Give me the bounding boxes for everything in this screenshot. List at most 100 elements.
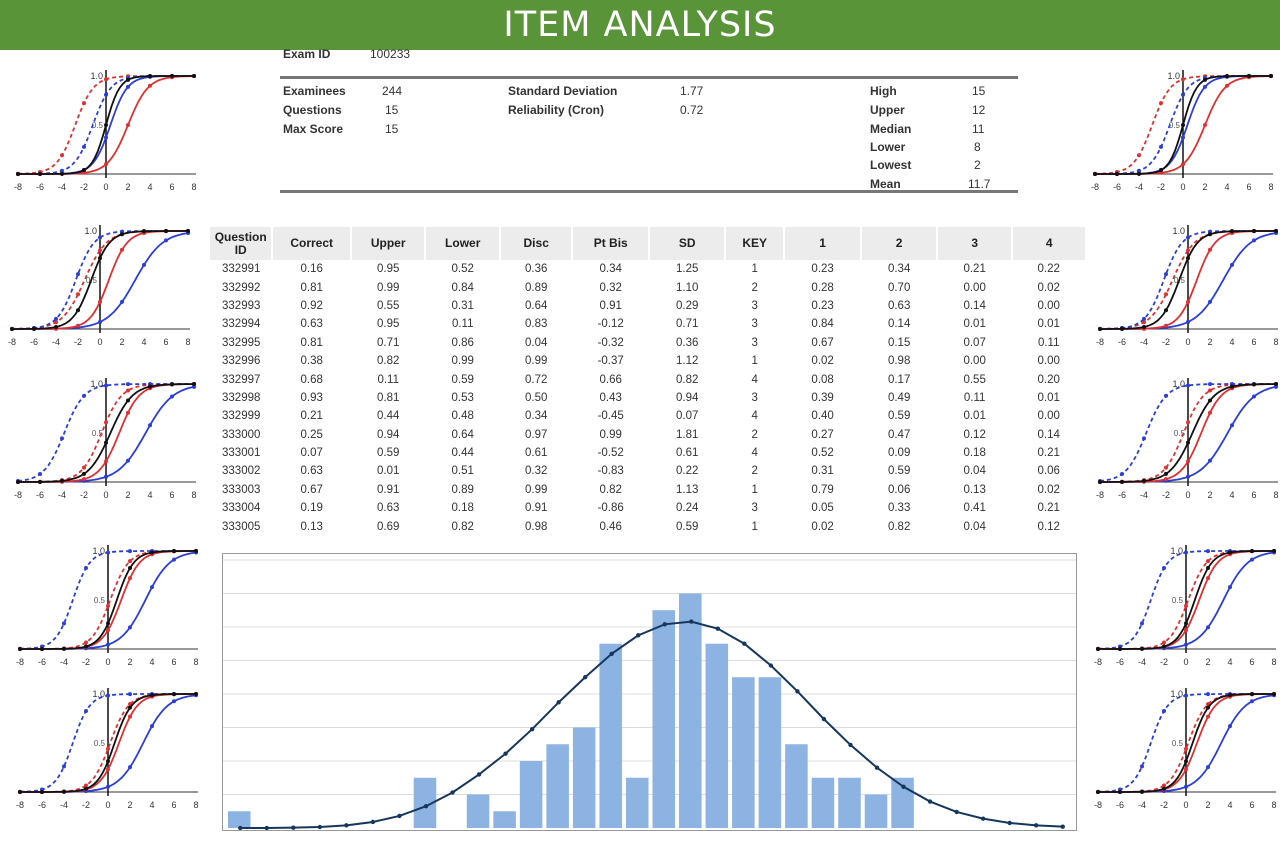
x-tick-label: 8 bbox=[193, 800, 198, 810]
table-cell: 0.13 bbox=[963, 483, 986, 496]
normal-curve-point bbox=[715, 626, 721, 631]
normal-curve-point bbox=[1060, 824, 1065, 829]
black-curve-marker bbox=[1098, 479, 1102, 484]
table-cell: 333003 bbox=[222, 483, 261, 496]
black-curve-marker bbox=[1272, 549, 1276, 554]
score-distribution-chart bbox=[222, 553, 1077, 831]
blue-dashed-curve-marker bbox=[1208, 382, 1212, 387]
table-cell: 332999 bbox=[222, 410, 261, 423]
table-cell: 0.06 bbox=[887, 483, 911, 496]
table-cell: 0.91 bbox=[599, 299, 622, 312]
questions-value: 15 bbox=[385, 103, 399, 117]
blue-dashed-curve-marker bbox=[106, 550, 110, 555]
table-cell: 0.84 bbox=[451, 281, 474, 294]
table-cell: 0.01 bbox=[1037, 391, 1060, 404]
x-tick-label: -6 bbox=[36, 490, 44, 500]
x-tick-label: 4 bbox=[1229, 337, 1234, 347]
blue-curve-marker bbox=[1206, 625, 1210, 630]
x-tick-label: -2 bbox=[1162, 337, 1170, 347]
x-tick-label: 4 bbox=[1227, 800, 1232, 810]
blue-dashed-curve-marker bbox=[60, 436, 64, 441]
table-cell: 0.89 bbox=[525, 281, 548, 294]
red-curve-marker bbox=[1164, 323, 1168, 328]
red-dashed-curve-marker bbox=[106, 603, 110, 608]
red-curve-marker bbox=[128, 714, 132, 719]
black-curve-marker bbox=[1098, 326, 1102, 331]
table-cell: 0.99 bbox=[451, 355, 474, 368]
table-cell: 0.91 bbox=[525, 502, 548, 515]
table-cell: 0.32 bbox=[599, 281, 622, 294]
table-cell: 0.63 bbox=[887, 299, 911, 312]
table-row: 333002 0.63 0.01 0.51 0.32 -0.83 0.22 2 0.31 0.59… bbox=[210, 462, 1085, 480]
icc-panel-right-1: -8 -6 -4 -2 0 2 4 6 8 1.0 0.5 bbox=[1085, 60, 1280, 198]
blue-dashed-curve-marker bbox=[1164, 272, 1168, 277]
black-curve-marker bbox=[1120, 326, 1124, 331]
table-cell: 0.50 bbox=[525, 391, 548, 404]
black-curve-marker bbox=[128, 566, 132, 571]
table-cell: 0.70 bbox=[887, 281, 911, 294]
red-curve-marker bbox=[76, 323, 80, 328]
y-tick-label: 0.5 bbox=[1172, 739, 1184, 748]
y-tick-label: 0.5 bbox=[1169, 121, 1181, 130]
table-cell: 0.31 bbox=[451, 299, 474, 312]
red-dashed-curve-marker bbox=[1186, 420, 1190, 425]
icc-panel-left-3: -8 -6 -4 -2 0 2 4 6 8 1.0 0.5 bbox=[8, 368, 204, 506]
x-tick-label: 4 bbox=[149, 800, 154, 810]
table-cell: 0.00 bbox=[963, 281, 986, 294]
x-tick-label: 8 bbox=[1273, 337, 1278, 347]
exam-id-value: 100233 bbox=[370, 47, 411, 61]
black-curve-marker bbox=[16, 171, 20, 176]
black-curve-marker bbox=[1250, 549, 1254, 554]
col-correct: Correct bbox=[271, 227, 351, 260]
table-cell: -0.12 bbox=[597, 318, 624, 331]
blue-curve-marker bbox=[142, 262, 146, 267]
table-cell: 3 bbox=[751, 502, 758, 515]
x-tick-label: 6 bbox=[1249, 800, 1254, 810]
table-cell: 0.52 bbox=[451, 263, 474, 276]
normal-curve-point bbox=[582, 675, 588, 680]
col-option-3: 3 bbox=[935, 227, 1013, 260]
black-curve-marker bbox=[1140, 646, 1144, 651]
histogram-bar bbox=[652, 610, 676, 829]
examinees-value: 244 bbox=[382, 84, 403, 98]
table-cell: 0.82 bbox=[887, 520, 911, 533]
black-curve-marker bbox=[1228, 550, 1232, 555]
blue-dashed-curve-marker bbox=[84, 709, 88, 714]
table-cell: 0.44 bbox=[451, 447, 474, 460]
histogram-svg bbox=[223, 559, 1076, 830]
black-curve-marker bbox=[60, 478, 64, 483]
black-curve-marker bbox=[1228, 693, 1232, 698]
blue-curve-marker bbox=[172, 557, 176, 562]
black-curve-marker bbox=[150, 693, 154, 698]
table-cell: 1.12 bbox=[676, 355, 699, 368]
black-curve-marker bbox=[1093, 171, 1097, 176]
blue-dashed-curve-marker bbox=[62, 621, 66, 626]
banner-title: ITEM ANALYSIS bbox=[503, 5, 777, 45]
blue-dashed-curve-marker bbox=[76, 272, 80, 277]
table-cell: 0.64 bbox=[525, 299, 548, 312]
x-tick-label: -6 bbox=[1113, 182, 1121, 192]
x-tick-label: 2 bbox=[1207, 337, 1212, 347]
blue-dashed-curve-marker bbox=[84, 566, 88, 571]
black-curve-marker bbox=[1159, 168, 1163, 173]
black-curve-marker bbox=[1208, 398, 1212, 403]
table-cell: 0.48 bbox=[451, 410, 474, 423]
stat-value-upper: 12 bbox=[972, 103, 986, 117]
black-curve-marker bbox=[1250, 692, 1254, 697]
y-tick-label: 0.5 bbox=[94, 739, 106, 748]
col-question-id: Question ID bbox=[210, 227, 273, 260]
histogram-bar bbox=[811, 777, 835, 829]
x-tick-label: -2 bbox=[1157, 182, 1165, 192]
red-curve-marker bbox=[1203, 123, 1207, 127]
black-curve-marker bbox=[194, 692, 198, 697]
table-row: 333003 0.67 0.91 0.89 0.99 0.82 1.13 1 0.79 0.06 0… bbox=[210, 481, 1085, 499]
table-cell: 3 bbox=[751, 299, 758, 312]
table-cell: 3 bbox=[751, 336, 758, 349]
blue-dashed-curve-marker bbox=[128, 549, 132, 554]
black-curve-marker bbox=[1208, 232, 1212, 237]
icc-panel-right-2: -8 -6 -4 -2 0 2 4 6 8 1.0 0.5 bbox=[1090, 215, 1280, 353]
x-tick-label: 4 bbox=[1227, 657, 1232, 667]
blue-curve-marker bbox=[98, 319, 102, 324]
blue-dashed-curve-marker bbox=[126, 382, 130, 387]
x-tick-label: 2 bbox=[1205, 800, 1210, 810]
